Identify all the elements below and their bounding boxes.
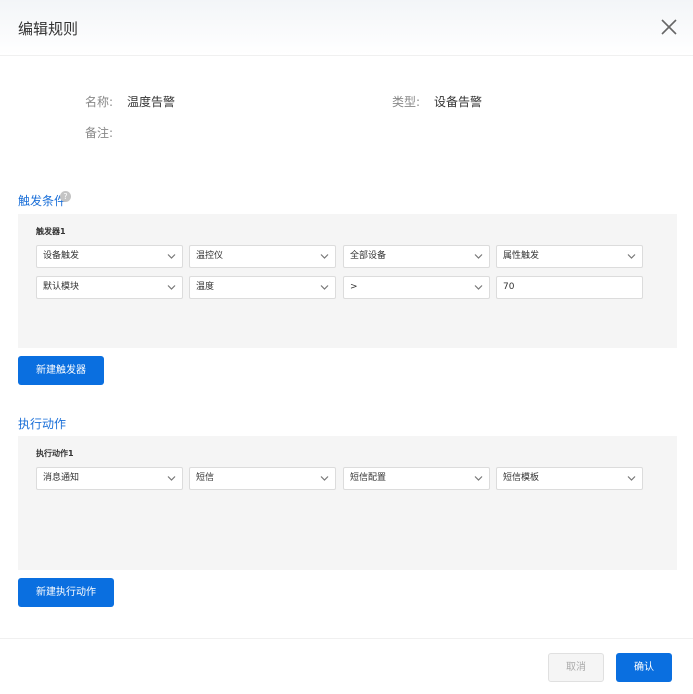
trigger-panel-label: 触发器1 — [36, 227, 66, 236]
trigger-type-select[interactable]: 设备触发 — [36, 245, 183, 268]
chevron-down-icon — [627, 254, 636, 259]
select-value: 全部设备 — [350, 251, 387, 261]
type-value: 设备告警 — [434, 95, 483, 109]
template-select[interactable]: 短信模板 — [496, 467, 643, 490]
trigger-mode-select[interactable]: 属性触发 — [496, 245, 643, 268]
chevron-down-icon — [320, 285, 329, 290]
action-panel: 执行动作1 消息通知 短信 短信配置 短信模板 — [18, 436, 677, 570]
help-icon[interactable]: ? — [60, 191, 71, 202]
select-value: > — [350, 282, 358, 292]
select-value: 默认模块 — [43, 282, 80, 292]
chevron-down-icon — [167, 476, 176, 481]
chevron-down-icon — [167, 285, 176, 290]
select-value: 短信 — [196, 473, 215, 483]
chevron-down-icon — [474, 285, 483, 290]
remark-label: 备注: — [85, 126, 114, 140]
operator-select[interactable]: > — [343, 276, 490, 299]
type-label: 类型: — [392, 95, 421, 109]
select-value: 短信模板 — [503, 473, 540, 483]
property-select[interactable]: 温度 — [189, 276, 336, 299]
chevron-down-icon — [320, 476, 329, 481]
select-value: 温控仪 — [196, 251, 224, 261]
name-label: 名称: — [85, 95, 114, 109]
trigger-section-title: 触发条件 — [18, 194, 67, 208]
name-value: 温度告警 — [127, 95, 176, 109]
select-value: 温度 — [196, 282, 215, 292]
select-value: 消息通知 — [43, 473, 80, 483]
confirm-button[interactable]: 确认 — [616, 653, 672, 682]
close-icon[interactable] — [658, 16, 680, 38]
footer-divider — [0, 638, 693, 639]
dialog-title: 编辑规则 — [18, 20, 79, 38]
module-select[interactable]: 默认模块 — [36, 276, 183, 299]
select-value: 设备触发 — [43, 251, 80, 261]
config-select[interactable]: 短信配置 — [343, 467, 490, 490]
trigger-panel: 触发器1 设备触发 温控仪 全部设备 属性触发 默认模块 温度 > 70 — [18, 214, 677, 348]
select-value: 属性触发 — [503, 251, 540, 261]
select-value: 短信配置 — [350, 473, 387, 483]
product-select[interactable]: 温控仪 — [189, 245, 336, 268]
chevron-down-icon — [474, 476, 483, 481]
cancel-button[interactable]: 取消 — [548, 653, 604, 682]
action-section-title: 执行动作 — [18, 417, 67, 431]
chevron-down-icon — [167, 254, 176, 259]
action-type-select[interactable]: 消息通知 — [36, 467, 183, 490]
channel-select[interactable]: 短信 — [189, 467, 336, 490]
chevron-down-icon — [627, 476, 636, 481]
threshold-input[interactable]: 70 — [496, 276, 643, 299]
device-select[interactable]: 全部设备 — [343, 245, 490, 268]
chevron-down-icon — [320, 254, 329, 259]
new-action-button[interactable]: 新建执行动作 — [18, 578, 114, 607]
dialog-header: 编辑规则 — [0, 0, 693, 56]
chevron-down-icon — [474, 254, 483, 259]
action-panel-label: 执行动作1 — [36, 449, 74, 458]
new-trigger-button[interactable]: 新建触发器 — [18, 356, 104, 385]
